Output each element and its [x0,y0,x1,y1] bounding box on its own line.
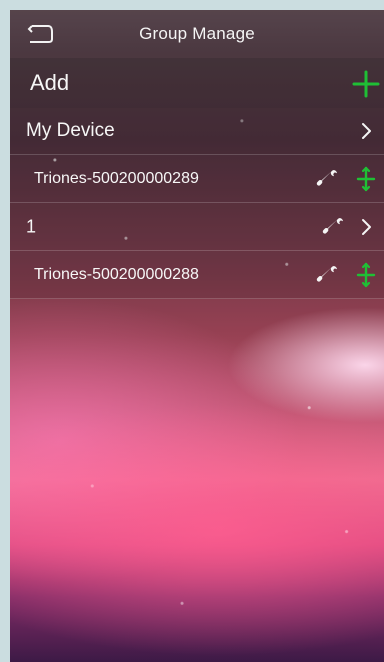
group-label: My Device [26,120,115,141]
add-row[interactable]: Add [10,58,384,108]
device-label: Triones-500200000288 [34,265,199,283]
page-title: Group Manage [139,24,255,43]
chevron-right-icon[interactable] [360,217,374,237]
device-row[interactable]: Triones-500200000289 [10,155,384,203]
device-label: Triones-500200000289 [34,169,199,187]
top-bar: Group Manage [10,10,384,58]
add-label: Add [30,70,70,95]
plus-icon[interactable] [352,70,380,98]
wrench-icon[interactable] [316,263,340,287]
group-row-my-device[interactable]: My Device [10,108,384,155]
wrench-icon[interactable] [322,215,346,239]
chevron-right-icon[interactable] [360,121,374,141]
group-row-1[interactable]: 1 [10,203,384,251]
move-icon[interactable] [354,262,378,288]
device-row[interactable]: Triones-500200000288 [10,251,384,299]
move-icon[interactable] [354,166,378,192]
group-label: 1 [26,216,37,236]
wrench-icon[interactable] [316,167,340,191]
app-frame: Group Manage Add My Device Triones-50020… [10,10,384,662]
